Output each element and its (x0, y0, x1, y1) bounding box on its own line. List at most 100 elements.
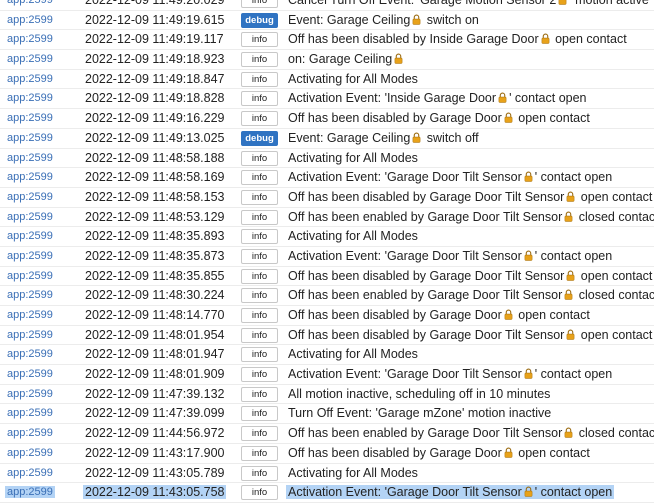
app-link[interactable]: app:2599 (7, 14, 53, 26)
log-message-part: open contact (577, 189, 653, 204)
log-timestamp: 2022-12-09 11:48:01.947 (85, 347, 225, 362)
log-message-part: Off has been disabled by Garage Door (288, 445, 502, 460)
log-message-part: switch on (423, 12, 479, 27)
log-message-part: Activating for All Modes (288, 150, 418, 165)
log-level-badge: info (241, 406, 278, 422)
log-message-part: Off has been enabled by Garage Door Tilt… (288, 426, 563, 441)
lock-icon (504, 447, 513, 458)
log-row[interactable]: app:2599 2022-12-09 11:49:18.847 info Activ… (0, 70, 654, 90)
log-message-part: ' contact open (534, 248, 613, 263)
log-message-part: open contact (514, 445, 590, 460)
log-timestamp: 2022-12-09 11:43:05.758 (83, 485, 227, 500)
log-row[interactable]: app:2599 2022-12-09 11:49:19.615 debug Even… (0, 11, 654, 31)
log-timestamp: 2022-12-09 11:47:39.132 (85, 386, 225, 401)
app-link[interactable]: app:2599 (7, 132, 53, 144)
log-message-part: on: Garage Ceiling (288, 52, 393, 67)
app-link[interactable]: app:2599 (7, 250, 53, 262)
log-row[interactable]: app:2599 2022-12-09 11:48:30.224 info Off h… (0, 286, 654, 306)
log-row[interactable]: app:2599 2022-12-09 11:49:19.117 info Off h… (0, 30, 654, 51)
log-message-part: closed contact (575, 209, 654, 224)
log-message-part: Activation Event: 'Garage Door Tilt Sens… (288, 170, 522, 185)
log-timestamp: 2022-12-09 11:43:05.789 (85, 465, 225, 480)
log-level-badge: info (241, 32, 278, 48)
log-row[interactable]: app:2599 2022-12-09 11:48:01.947 info Activ… (0, 345, 654, 366)
app-link[interactable]: app:2599 (7, 388, 53, 400)
log-message: Turn Off Event: 'Garage mZone' motion in… (286, 406, 553, 420)
log-row[interactable]: app:2599 2022-12-09 11:43:17.900 info Off h… (0, 444, 654, 464)
log-level-badge: info (241, 445, 278, 461)
log-row[interactable]: app:2599 2022-12-09 11:48:35.855 info Off h… (0, 267, 654, 287)
app-link[interactable]: app:2599 (7, 112, 53, 124)
app-link[interactable]: app:2599 (7, 407, 53, 419)
log-message: Off has been disabled by Garage Door Til… (286, 269, 654, 283)
log-timestamp: 2022-12-09 11:44:56.972 (85, 426, 225, 441)
log-row[interactable]: app:2599 2022-12-09 11:49:13.025 debug Even… (0, 129, 654, 149)
log-row[interactable]: app:2599 2022-12-09 11:43:05.789 info Activ… (0, 464, 654, 484)
app-link[interactable]: app:2599 (7, 309, 53, 321)
log-message: All motion inactive, scheduling off in 1… (286, 387, 552, 401)
log-level-badge: info (241, 288, 278, 304)
log-row[interactable]: app:2599 2022-12-09 11:48:58.153 info Off h… (0, 188, 654, 208)
log-row[interactable]: app:2599 2022-12-09 11:47:39.099 info Turn … (0, 404, 654, 425)
log-message-part: Event: Garage Ceiling (288, 12, 411, 27)
log-row[interactable]: app:2599 2022-12-09 11:44:56.972 info Off h… (0, 424, 654, 444)
app-link[interactable]: app:2599 (7, 152, 53, 164)
log-message-part: Activating for All Modes (288, 347, 418, 362)
log-level-badge: info (241, 485, 278, 501)
log-timestamp: 2022-12-09 11:48:01.954 (85, 327, 225, 342)
log-row[interactable]: app:2599 2022-12-09 11:48:14.770 info Off h… (0, 306, 654, 326)
log-message: Activating for All Modes (286, 347, 420, 361)
log-message-part: closed contact (575, 426, 654, 441)
log-message: Activation Event: 'Inside Garage Door ' c… (286, 91, 589, 105)
app-link[interactable]: app:2599 (7, 73, 53, 85)
log-timestamp: 2022-12-09 11:48:01.909 (85, 367, 225, 382)
log-timestamp: 2022-12-09 11:48:58.188 (85, 150, 225, 165)
lock-icon (504, 112, 513, 123)
log-row[interactable]: app:2599 2022-12-09 11:48:35.873 info Activ… (0, 247, 654, 267)
app-link[interactable]: app:2599 (7, 329, 53, 341)
app-link[interactable]: app:2599 (7, 348, 53, 360)
lock-icon (524, 368, 533, 379)
log-row[interactable]: app:2599 2022-12-09 11:48:01.909 info Activ… (0, 365, 654, 385)
app-link[interactable]: app:2599 (7, 467, 53, 479)
app-link[interactable]: app:2599 (7, 92, 53, 104)
log-row[interactable]: app:2599 2022-12-09 11:49:18.923 info on: G… (0, 50, 654, 70)
log-row[interactable]: app:2599 2022-12-09 11:48:58.188 info Activ… (0, 149, 654, 169)
app-link[interactable]: app:2599 (7, 191, 53, 203)
app-link[interactable]: app:2599 (7, 53, 53, 65)
log-row[interactable]: app:2599 2022-12-09 11:48:58.169 info Activ… (0, 168, 654, 188)
log-message-part: ' contact open (509, 91, 587, 106)
log-level-badge: info (241, 248, 278, 264)
app-link[interactable]: app:2599 (7, 427, 53, 439)
log-message-part: Off has been enabled by Garage Door Tilt… (288, 288, 563, 303)
log-timestamp: 2022-12-09 11:49:20.029 (85, 0, 225, 7)
log-message-part: Turn Off Event: 'Garage mZone' motion in… (288, 406, 552, 421)
log-message: Off has been disabled by Garage Door ope… (286, 111, 592, 125)
log-message-part: Event: Garage Ceiling (288, 130, 411, 145)
app-link[interactable]: app:2599 (7, 447, 53, 459)
log-row[interactable]: app:2599 2022-12-09 11:48:01.954 info Off h… (0, 326, 654, 346)
app-link[interactable]: app:2599 (7, 230, 53, 242)
log-message: Off has been disabled by Garage Door ope… (286, 308, 592, 322)
app-link[interactable]: app:2599 (7, 171, 53, 183)
log-row[interactable]: app:2599 2022-12-09 11:47:39.132 info All m… (0, 385, 654, 405)
log-row[interactable]: app:2599 2022-12-09 11:48:53.129 info Off h… (0, 208, 654, 228)
app-link[interactable]: app:2599 (5, 486, 55, 499)
app-link[interactable]: app:2599 (7, 289, 53, 301)
app-link[interactable]: app:2599 (7, 368, 53, 380)
log-row[interactable]: app:2599 2022-12-09 11:48:35.893 info Activ… (0, 227, 654, 247)
app-link[interactable]: app:2599 (7, 270, 53, 282)
log-timestamp: 2022-12-09 11:49:18.923 (85, 52, 225, 67)
log-row[interactable]: app:2599 2022-12-09 11:49:20.029 info Cance… (0, 0, 654, 11)
log-row[interactable]: app:2599 2022-12-09 11:49:16.229 info Off h… (0, 109, 654, 129)
app-link[interactable]: app:2599 (7, 211, 53, 223)
log-row[interactable]: app:2599 2022-12-09 11:49:18.828 info Activ… (0, 89, 654, 110)
log-message: Off has been enabled by Garage Door Tilt… (286, 426, 654, 440)
log-message: Activating for All Modes (286, 229, 420, 243)
log-message: Activation Event: 'Garage Door Tilt Sens… (286, 485, 615, 500)
lock-icon (558, 0, 567, 5)
log-timestamp: 2022-12-09 11:49:19.117 (85, 32, 224, 47)
log-message: Activation Event: 'Garage Door Tilt Sens… (286, 170, 614, 184)
app-link[interactable]: app:2599 (7, 33, 53, 45)
app-link[interactable]: app:2599 (7, 0, 53, 6)
